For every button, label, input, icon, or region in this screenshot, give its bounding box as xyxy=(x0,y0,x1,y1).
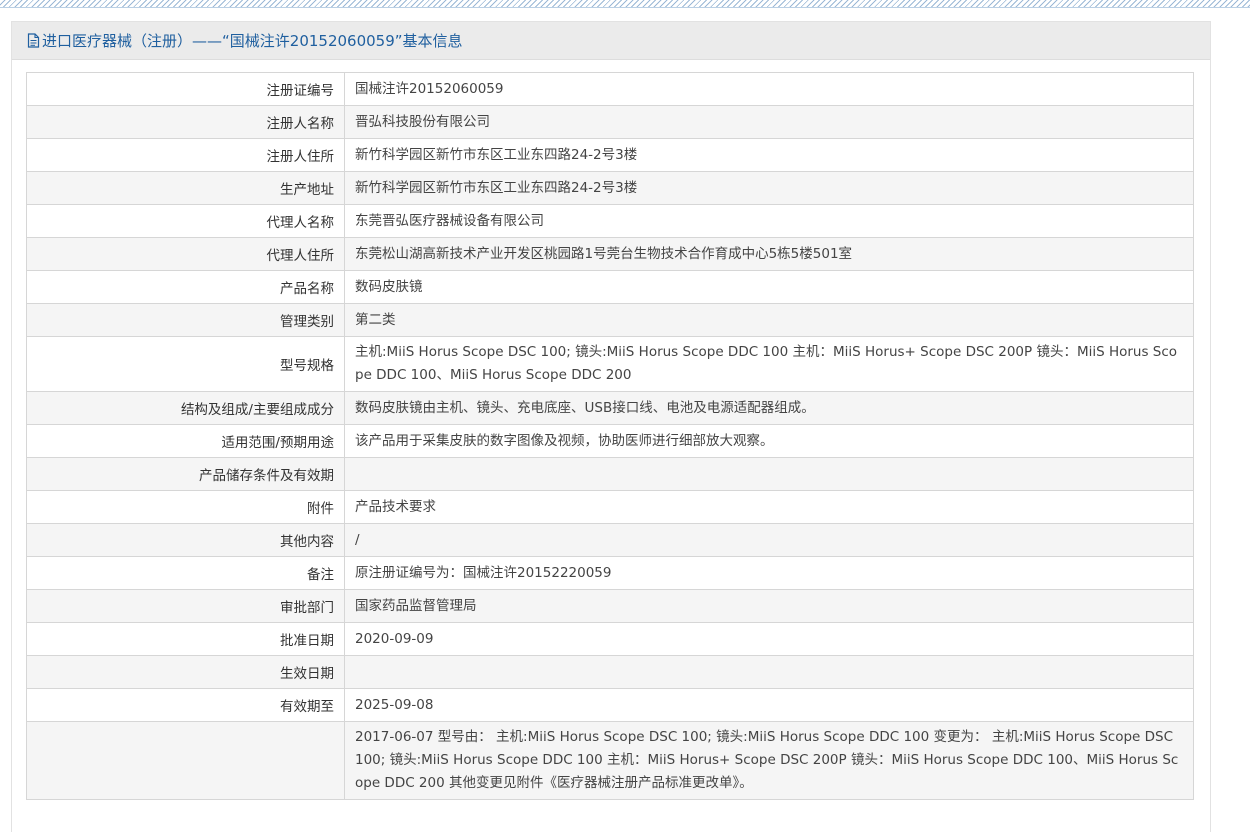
table-row: 注册证编号 国械注许20152060059 xyxy=(26,72,1194,106)
table-row: 产品储存条件及有效期 xyxy=(26,457,1194,491)
row-value: 第二类 xyxy=(344,303,1194,337)
table-row: 生产地址 新竹科学园区新竹市东区工业东四路24-2号3楼 xyxy=(26,171,1194,205)
info-panel: 进口医疗器械（注册）——“国械注许20152060059”基本信息 注册证编号国… xyxy=(11,21,1211,832)
table-row: 2017-06-07 型号由： 主机:MiiS Horus Scope DSC … xyxy=(26,721,1194,800)
row-label: 型号规格 xyxy=(26,336,345,392)
row-label: 生效日期 xyxy=(26,655,345,689)
row-label: 其他内容 xyxy=(26,523,345,557)
row-label: 管理类别 xyxy=(26,303,345,337)
row-value: 原注册证编号为：国械注许20152220059 xyxy=(344,556,1194,590)
row-label: 备注 xyxy=(26,556,345,590)
row-value: 国家药品监督管理局 xyxy=(344,589,1194,623)
row-label: 注册人名称 xyxy=(26,105,345,139)
document-icon xyxy=(27,33,41,48)
table-row: 适用范围/预期用途 该产品用于采集皮肤的数字图像及视频，协助医师进行细部放大观察。 xyxy=(26,424,1194,458)
row-value: 数码皮肤镜由主机、镜头、充电底座、USB接口线、电池及电源适配器组成。 xyxy=(344,391,1194,425)
row-value: 国械注许20152060059 xyxy=(344,72,1194,106)
table-row: 型号规格 主机:MiiS Horus Scope DSC 100; 镜头:MiiS… xyxy=(26,336,1194,392)
table-row: 其他内容 / xyxy=(26,523,1194,557)
row-label xyxy=(26,721,345,800)
row-value: 2025-09-08 xyxy=(344,688,1194,722)
row-value xyxy=(344,655,1194,689)
table-row: 审批部门 国家药品监督管理局 xyxy=(26,589,1194,623)
table-row: 代理人住所 东莞松山湖高新技术产业开发区桃园路1号莞台生物技术合作育成中心5栋5楼… xyxy=(26,237,1194,271)
table-row: 结构及组成/主要组成成分 数码皮肤镜由主机、镜头、充电底座、USB接口线、电池及电… xyxy=(26,391,1194,425)
row-value xyxy=(344,457,1194,491)
row-label: 生产地址 xyxy=(26,171,345,205)
row-value: 2017-06-07 型号由： 主机:MiiS Horus Scope DSC … xyxy=(344,721,1194,800)
row-value: 该产品用于采集皮肤的数字图像及视频，协助医师进行细部放大观察。 xyxy=(344,424,1194,458)
table-row: 管理类别 第二类 xyxy=(26,303,1194,337)
row-label: 附件 xyxy=(26,490,345,524)
page-title: 进口医疗器械（注册）——“国械注许20152060059”基本信息 xyxy=(42,32,463,50)
row-value: 晋弘科技股份有限公司 xyxy=(344,105,1194,139)
table-row: 附件 产品技术要求 xyxy=(26,490,1194,524)
row-value: 2020-09-09 xyxy=(344,622,1194,656)
row-label: 产品名称 xyxy=(26,270,345,304)
table-row: 批准日期 2020-09-09 xyxy=(26,622,1194,656)
row-value: 东莞松山湖高新技术产业开发区桃园路1号莞台生物技术合作育成中心5栋5楼501室 xyxy=(344,237,1194,271)
table-row: 备注 原注册证编号为：国械注许20152220059 xyxy=(26,556,1194,590)
row-label: 审批部门 xyxy=(26,589,345,623)
top-decorative-strip xyxy=(0,0,1250,8)
table-row: 有效期至 2025-09-08 xyxy=(26,688,1194,722)
table-row: 注册人名称 晋弘科技股份有限公司 xyxy=(26,105,1194,139)
table-row: 代理人名称 东莞晋弘医疗器械设备有限公司 xyxy=(26,204,1194,238)
row-label: 适用范围/预期用途 xyxy=(26,424,345,458)
row-label: 注册人住所 xyxy=(26,138,345,172)
info-table: 注册证编号 国械注许20152060059 注册人名称 晋弘科技股份有限公司 注册人住所… xyxy=(26,72,1194,800)
row-label: 结构及组成/主要组成成分 xyxy=(26,391,345,425)
row-value: 新竹科学园区新竹市东区工业东四路24-2号3楼 xyxy=(344,171,1194,205)
table-row: 产品名称 数码皮肤镜 xyxy=(26,270,1194,304)
row-label: 代理人名称 xyxy=(26,204,345,238)
row-label: 批准日期 xyxy=(26,622,345,656)
row-value: 数码皮肤镜 xyxy=(344,270,1194,304)
row-label: 代理人住所 xyxy=(26,237,345,271)
row-label: 有效期至 xyxy=(26,688,345,722)
row-value: 产品技术要求 xyxy=(344,490,1194,524)
row-label: 注册证编号 xyxy=(26,72,345,106)
row-value: / xyxy=(344,523,1194,557)
row-label: 产品储存条件及有效期 xyxy=(26,457,345,491)
row-value: 东莞晋弘医疗器械设备有限公司 xyxy=(344,204,1194,238)
row-value: 主机:MiiS Horus Scope DSC 100; 镜头:MiiS Hor… xyxy=(344,336,1194,392)
row-value: 新竹科学园区新竹市东区工业东四路24-2号3楼 xyxy=(344,138,1194,172)
table-row: 注册人住所 新竹科学园区新竹市东区工业东四路24-2号3楼 xyxy=(26,138,1194,172)
table-row: 生效日期 xyxy=(26,655,1194,689)
panel-header: 进口医疗器械（注册）——“国械注许20152060059”基本信息 xyxy=(12,22,1210,60)
